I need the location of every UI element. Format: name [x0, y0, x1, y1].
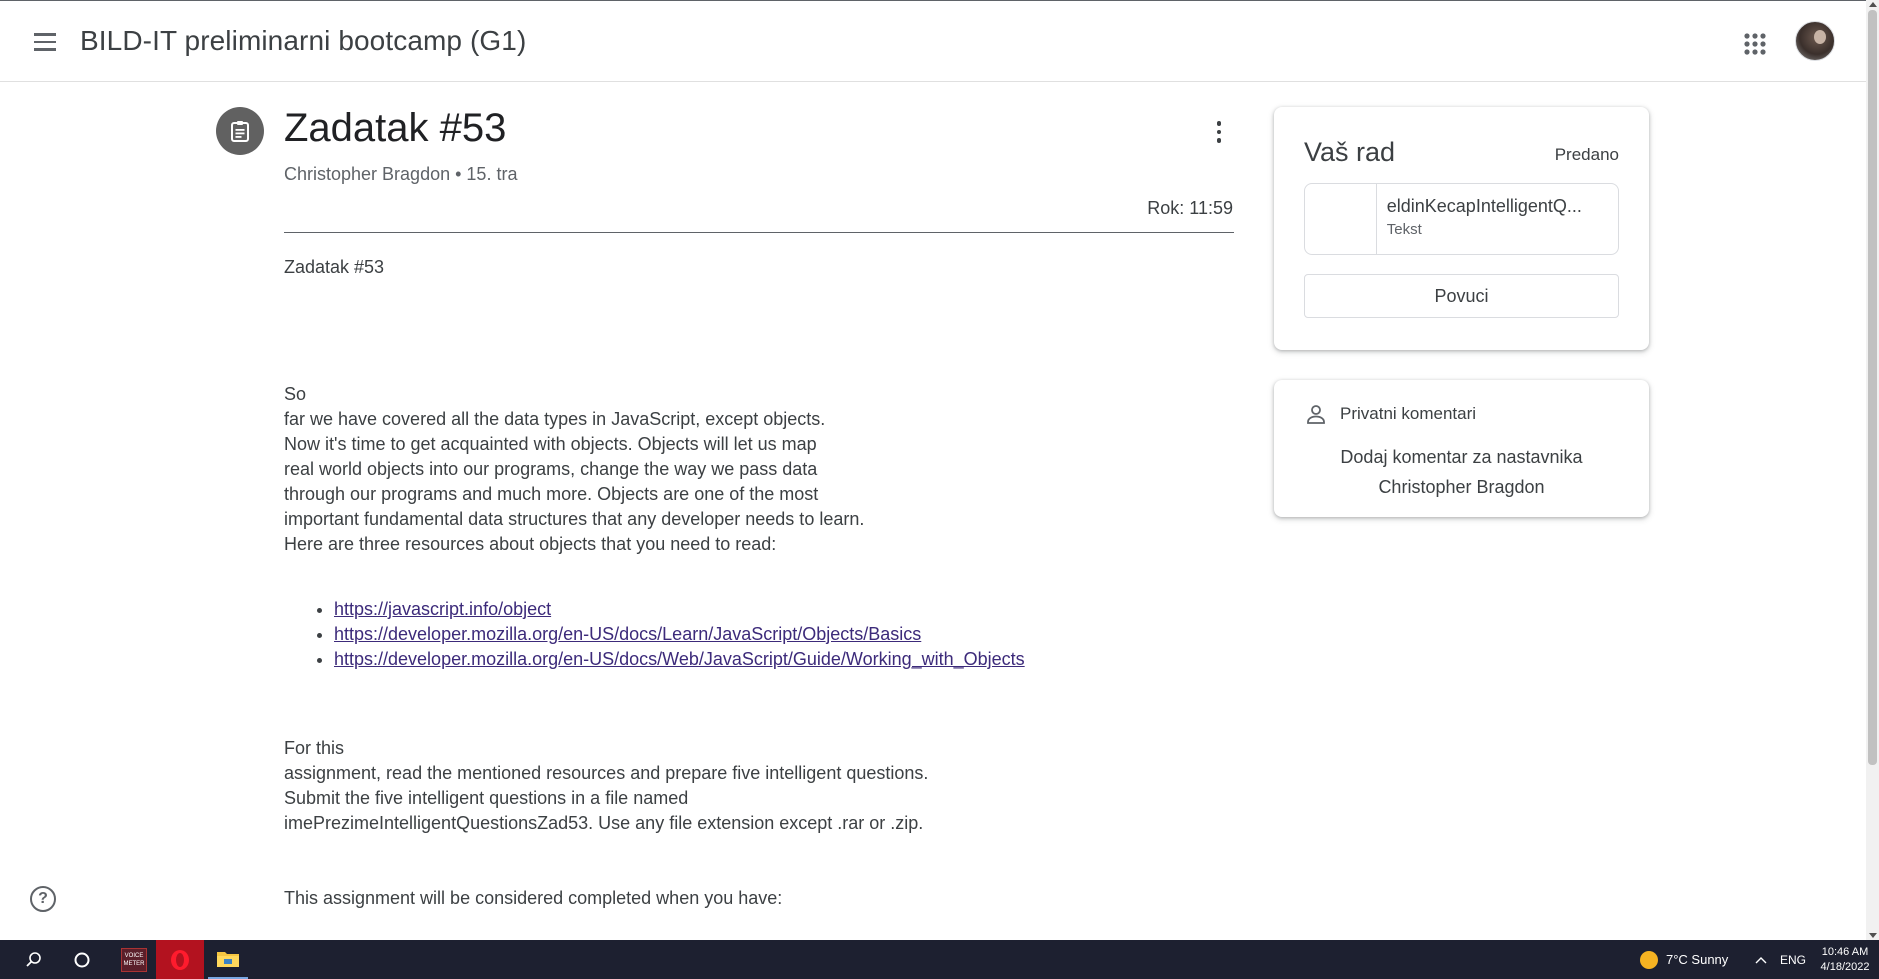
weather-text: 7°C Sunny [1666, 952, 1729, 967]
attachment-name: eldinKecapIntelligentQ... [1386, 196, 1582, 216]
clock-date: 4/18/2022 [1820, 960, 1870, 973]
description-heading: Zadatak #53 [284, 257, 385, 277]
status-badge: Predano [1554, 145, 1619, 164]
scroll-down-arrow[interactable] [1869, 933, 1877, 938]
help-icon[interactable]: ? [30, 886, 56, 912]
assignment-icon [216, 107, 264, 155]
file-explorer-icon[interactable] [208, 940, 248, 979]
sun-icon [1640, 950, 1658, 969]
weather-widget[interactable]: 7°C Sunny [1640, 940, 1728, 979]
text-line: Here are three resources about objects t… [284, 534, 777, 554]
intro-paragraph: So far we have covered all the data type… [284, 382, 1244, 557]
page-title: Zadatak #53 [284, 106, 507, 150]
clock[interactable]: 10:46 AM 4/18/2022 [1818, 940, 1872, 979]
apps-grid-icon[interactable] [1738, 27, 1772, 61]
text-line: far we have covered all the data types i… [284, 409, 826, 429]
list-item: https://javascript.info/object [334, 597, 1244, 622]
resource-link[interactable]: https://javascript.info/object [334, 599, 551, 619]
page-scrollbar[interactable] [1866, 0, 1879, 940]
text-line: Submit the five intelligent questions in… [284, 788, 689, 808]
chevron-up-icon[interactable] [1755, 940, 1767, 979]
assignment-description: Zadatak #53 So far we have covered all t… [284, 255, 1244, 911]
scroll-thumb[interactable] [1868, 10, 1877, 765]
meta-separator: • [450, 164, 467, 184]
clock-time: 10:46 AM [1821, 945, 1869, 958]
due-date: Rok: 11:59 [1147, 198, 1233, 218]
search-icon[interactable] [14, 940, 54, 979]
text-line: Now it's time to get acquainted with obj… [284, 434, 817, 454]
text-line: important fundamental data structures th… [284, 509, 865, 529]
attachment-info: eldinKecapIntelligentQ... Tekst [1377, 184, 1618, 254]
class-title[interactable]: BILD-IT preliminarni bootcamp (G1) [80, 25, 526, 57]
resource-link[interactable]: https://developer.mozilla.org/en-US/docs… [334, 649, 1025, 669]
text-line: imePrezimeIntelligentQuestionsZad53. Use… [284, 813, 924, 833]
resource-links: https://javascript.info/object https://d… [334, 597, 1244, 672]
more-vert-icon[interactable] [1205, 116, 1233, 148]
cortana-icon[interactable] [62, 940, 102, 979]
text-line: through our programs and much more. Obje… [284, 484, 819, 504]
taskbar: VOICE METER 7°C Sunny ENG 10:46 AM 4/18/… [0, 940, 1879, 979]
language-indicator[interactable]: ENG [1780, 940, 1806, 979]
attachment-thumbnail [1305, 184, 1377, 254]
your-work-card: Vaš rad Predano eldinKecapIntelligentQ..… [1274, 107, 1649, 350]
person-icon [1307, 405, 1325, 424]
scroll-up-arrow[interactable] [1869, 2, 1877, 7]
private-comments-title: Privatni komentari [1340, 404, 1477, 423]
list-item: https://developer.mozilla.org/en-US/docs… [334, 647, 1244, 672]
text-line: So [284, 384, 307, 404]
list-item: https://developer.mozilla.org/en-US/docs… [334, 622, 1244, 647]
text-line: For this [284, 738, 345, 758]
attachment-tile[interactable]: eldinKecapIntelligentQ... Tekst [1304, 183, 1619, 255]
resource-link[interactable]: https://developer.mozilla.org/en-US/docs… [334, 624, 921, 644]
text-line: real world objects into our programs, ch… [284, 459, 818, 479]
completion-line: This assignment will be considered compl… [284, 888, 783, 908]
unsubmit-button[interactable]: Povuci [1304, 274, 1619, 318]
menu-icon[interactable] [26, 25, 64, 59]
posted-date: 15. tra [466, 164, 518, 184]
avatar[interactable] [1795, 21, 1835, 61]
top-app-bar: BILD-IT preliminarni bootcamp (G1) [0, 0, 1866, 82]
assignment-meta: Christopher Bragdon • 15. tra [284, 164, 517, 185]
task-paragraph: For this assignment, read the mentioned … [284, 736, 1244, 836]
header-divider [284, 232, 1234, 233]
voicemeeter-label: VOICE METER [121, 947, 147, 972]
private-comments-card: Privatni komentari Dodaj komentar za nas… [1274, 380, 1649, 517]
voicemeeter-icon[interactable]: VOICE METER [114, 940, 154, 979]
add-private-comment-link[interactable]: Dodaj komentar za nastavnika Christopher… [1294, 442, 1629, 502]
opera-icon[interactable] [156, 940, 204, 979]
private-comments-header: Privatni komentari [1304, 402, 1476, 426]
text-line: assignment, read the mentioned resources… [284, 763, 929, 783]
attachment-type: Tekst [1386, 221, 1422, 238]
author-name: Christopher Bragdon [284, 164, 451, 184]
your-work-title: Vaš rad [1304, 137, 1396, 167]
